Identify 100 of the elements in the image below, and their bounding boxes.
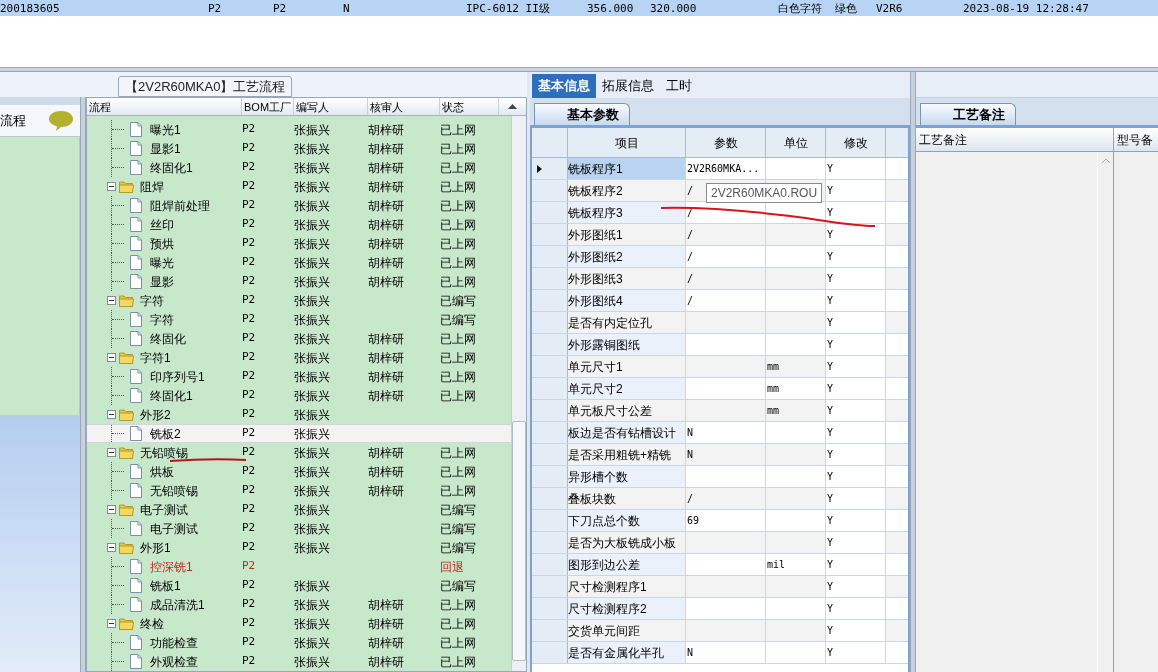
scrollbar[interactable] xyxy=(511,116,526,671)
sub-tab[interactable]: 工艺备注 xyxy=(920,103,1016,125)
step-label: 无铅喷锡 xyxy=(149,482,198,500)
tree-row[interactable]: 终检 P2 张振兴 胡梓研 已上网 xyxy=(87,614,511,633)
tree-row[interactable]: 阻焊前处理 P2 张振兴 胡梓研 已上网 xyxy=(87,196,511,215)
collapse-icon[interactable] xyxy=(107,543,116,552)
collapse-icon[interactable] xyxy=(107,353,116,362)
row-header[interactable] xyxy=(532,158,568,179)
tab[interactable]: 工时 xyxy=(660,74,698,98)
sub-tab[interactable]: 基本参数 xyxy=(534,103,630,125)
table-cell-text: Y xyxy=(827,448,834,462)
step-label: 预烘 xyxy=(149,235,174,253)
table-row[interactable]: 200183605 P2 P2 N IPC-6012 II级 356.000 320.000 白色字符 绿色 V2R6 2023-08-19 12:28:47 xyxy=(0,0,1158,16)
table-cell-text: / xyxy=(687,272,694,286)
table-cell-text: Y xyxy=(827,272,834,286)
tree-row[interactable]: 铣板1 P2 张振兴 已编写 xyxy=(87,576,511,595)
table-cell-text: 外形露铜图纸 xyxy=(568,336,640,354)
table-cell-text: 交货单元间距 xyxy=(568,622,640,640)
factory-cell-text: P2 xyxy=(242,653,257,670)
column-header[interactable]: 修改 xyxy=(843,133,868,152)
reviewer-cell: 胡梓研 xyxy=(368,464,404,479)
tree-row[interactable]: 终固化 P2 张振兴 胡梓研 已上网 xyxy=(87,329,511,348)
status-cell: 已上网 xyxy=(440,198,476,213)
writer-cell: 张振兴 xyxy=(294,274,330,289)
table-cell-text: / xyxy=(687,492,694,506)
tree-row[interactable]: 电子测试 P2 张振兴 已编写 xyxy=(87,519,511,538)
table-cell-text: Y xyxy=(827,404,834,418)
tree-row[interactable]: 阻焊 P2 张振兴 胡梓研 已上网 xyxy=(87,177,511,196)
tree-row[interactable]: 成品清洗1 P2 张振兴 胡梓研 已上网 xyxy=(87,595,511,614)
writer-cell: 张振兴 xyxy=(294,445,330,460)
collapse-icon[interactable] xyxy=(107,619,116,628)
tab[interactable]: 基本信息 xyxy=(532,74,596,98)
tree-row[interactable]: 外形1 P2 张振兴 已编写 xyxy=(87,538,511,557)
factory-cell-text: P2 xyxy=(242,425,257,442)
status-cell: 已上网 xyxy=(440,483,476,498)
reviewer-cell: 胡梓研 xyxy=(368,388,404,403)
step-label: 铣板1 xyxy=(149,577,181,595)
table-cell-text: Y xyxy=(827,206,834,220)
factory-cell-text: P2 xyxy=(242,634,257,651)
document-icon xyxy=(130,312,142,327)
tree-row[interactable]: 电子测试 P2 张振兴 已编写 xyxy=(87,500,511,519)
tree-row[interactable]: 功能检查 P2 张振兴 胡梓研 已上网 xyxy=(87,633,511,652)
table-cell-text: Y xyxy=(827,426,834,440)
column-header[interactable]: 参数 xyxy=(713,133,738,152)
speech-bubble-icon xyxy=(48,109,74,132)
writer-cell: 张振兴 xyxy=(294,654,330,669)
tree-row[interactable]: 无铅喷锡 P2 张振兴 胡梓研 已上网 xyxy=(87,481,511,500)
collapse-icon[interactable] xyxy=(107,448,116,457)
column-header[interactable]: 状态 xyxy=(440,98,499,115)
tree-row[interactable]: 显影1 P2 张振兴 胡梓研 已上网 xyxy=(87,139,511,158)
tree-row[interactable]: 字符 P2 张振兴 已编写 xyxy=(87,291,511,310)
tree-row[interactable]: 终固化1 P2 张振兴 胡梓研 已上网 xyxy=(87,386,511,405)
writer-cell: 张振兴 xyxy=(294,160,330,175)
scroll-up-icon[interactable] xyxy=(508,104,517,109)
writer-cell: 张振兴 xyxy=(294,578,330,593)
tree-row[interactable]: 曝光 P2 张振兴 胡梓研 已上网 xyxy=(87,253,511,272)
tree-row[interactable]: 终固化1 P2 张振兴 胡梓研 已上网 xyxy=(87,158,511,177)
collapse-icon[interactable] xyxy=(107,410,116,419)
tab[interactable]: 拓展信息 xyxy=(596,74,660,98)
column-header[interactable]: 项目 xyxy=(614,133,639,152)
collapse-icon[interactable] xyxy=(107,296,116,305)
column-header[interactable]: 工艺备注 xyxy=(919,130,967,149)
column-header[interactable]: 流程 xyxy=(87,98,242,115)
factory-cell-text: P2 xyxy=(242,539,257,556)
table-cell: 白色字符 xyxy=(778,2,822,15)
tree-row[interactable]: 预烘 P2 张振兴 胡梓研 已上网 xyxy=(87,234,511,253)
column-header[interactable]: 编写人 xyxy=(294,98,368,115)
reviewer-cell: 胡梓研 xyxy=(368,179,404,194)
status-cell: 已编写 xyxy=(440,540,476,555)
tree-row[interactable]: 铣板2 P2 张振兴 xyxy=(87,424,511,443)
table-cell-text: / xyxy=(687,294,694,308)
column-header[interactable]: 核审人 xyxy=(368,98,440,115)
table-cell-text: 是否有金属化半孔 xyxy=(568,644,664,662)
collapse-icon[interactable] xyxy=(107,182,116,191)
step-label: 显影1 xyxy=(149,140,181,158)
tree-row[interactable]: 丝印 P2 张振兴 胡梓研 已上网 xyxy=(87,215,511,234)
step-label: 功能检查 xyxy=(149,634,198,652)
status-cell: 已上网 xyxy=(440,464,476,479)
tree-row[interactable]: 曝光1 P2 张振兴 胡梓研 已上网 xyxy=(87,120,511,139)
column-header[interactable]: 单位 xyxy=(783,133,808,152)
reviewer-cell: 胡梓研 xyxy=(368,217,404,232)
collapse-icon[interactable] xyxy=(107,505,116,514)
table-cell-text: N xyxy=(687,426,694,440)
tree-row[interactable]: 字符1 P2 张振兴 胡梓研 已上网 xyxy=(87,348,511,367)
table-cell-text: 外形图纸3 xyxy=(568,270,623,288)
reviewer-cell: 胡梓研 xyxy=(368,331,404,346)
tree-row[interactable]: 字符 P2 张振兴 已编写 xyxy=(87,310,511,329)
tree-row[interactable]: 控深铣1 P2 回退 xyxy=(87,557,511,576)
tree-row[interactable]: 显影 P2 张振兴 胡梓研 已上网 xyxy=(87,272,511,291)
tree-row[interactable]: 外观检查 P2 张振兴 胡梓研 已上网 xyxy=(87,652,511,671)
tree-row[interactable]: 外形2 P2 张振兴 xyxy=(87,405,511,424)
tree-row[interactable]: 烘板 P2 张振兴 胡梓研 已上网 xyxy=(87,462,511,481)
factory-cell-text: P2 xyxy=(242,159,257,176)
writer-cell: 张振兴 xyxy=(294,369,330,384)
tree-row[interactable]: 无铅喷锡 P2 张振兴 胡梓研 已上网 xyxy=(87,443,511,462)
reviewer-cell: 胡梓研 xyxy=(368,236,404,251)
tree-row[interactable]: 印序列号1 P2 张振兴 胡梓研 已上网 xyxy=(87,367,511,386)
reviewer-cell: 胡梓研 xyxy=(368,350,404,365)
document-icon xyxy=(130,483,142,498)
column-header[interactable]: BOM工厂 xyxy=(242,98,294,115)
